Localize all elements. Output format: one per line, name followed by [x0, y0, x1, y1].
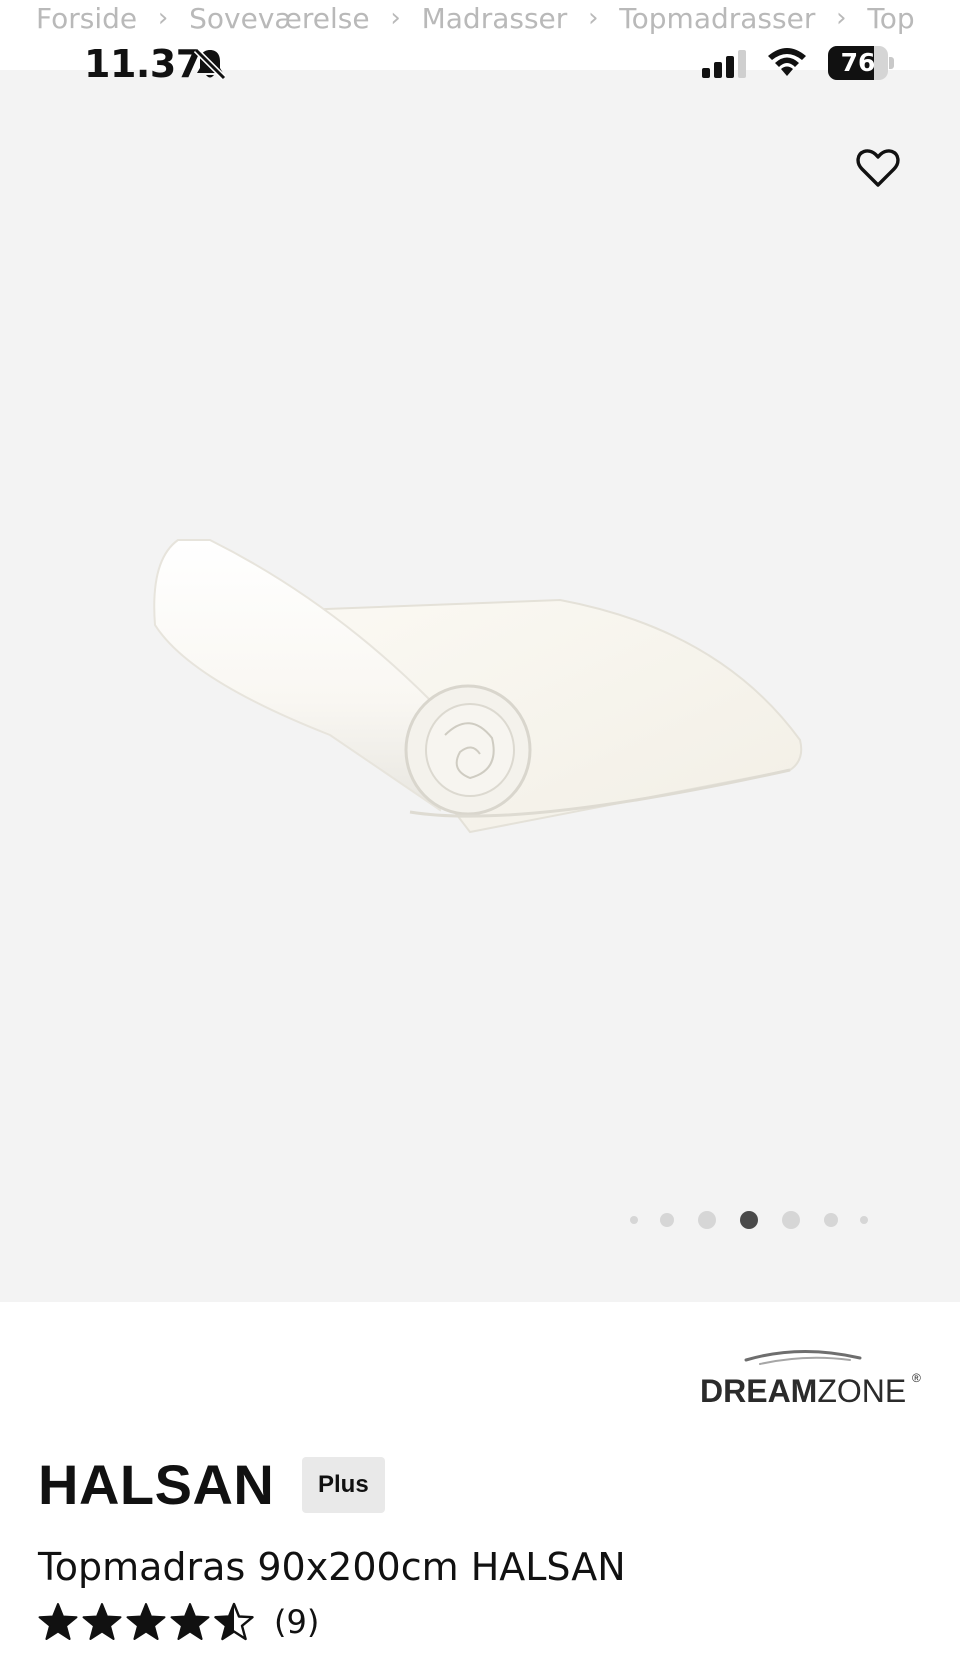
rating-stars [38, 1602, 254, 1642]
pagination-dot[interactable] [630, 1216, 638, 1224]
pagination-dot[interactable] [698, 1211, 716, 1229]
breadcrumb: Forside › Soveværelse › Madrasser › Topm… [36, 0, 960, 36]
bell-slash-icon [193, 47, 227, 81]
status-bar: 11.37 76 [0, 38, 960, 88]
status-time: 11.37 [84, 42, 202, 86]
product-description: Topmadras 90x200cm HALSAN [38, 1545, 626, 1589]
brand-logo-bold: DREAM [700, 1373, 817, 1409]
chevron-right-icon: › [157, 3, 169, 33]
pagination-dot[interactable] [660, 1213, 674, 1227]
svg-text:DREAMZONE: DREAMZONE [700, 1373, 906, 1409]
battery-level: 76 [840, 48, 876, 77]
product-image [153, 539, 803, 834]
star-full-icon [170, 1603, 210, 1640]
rating-count[interactable]: (9) [274, 1603, 319, 1641]
breadcrumb-item-madrasser[interactable]: Madrasser [422, 2, 568, 35]
breadcrumb-item-sovevaerelse[interactable]: Soveværelse [189, 2, 369, 35]
brand-logo-dreamzone[interactable]: DREAMZONE ® [700, 1346, 930, 1416]
brand-logo-mark: ® [912, 1371, 921, 1385]
plus-badge: Plus [302, 1457, 385, 1513]
star-full-icon [126, 1603, 166, 1640]
breadcrumb-item-top[interactable]: Top [867, 2, 914, 35]
breadcrumb-item-forside[interactable]: Forside [36, 2, 137, 35]
pagination-dot[interactable] [824, 1213, 838, 1227]
pagination-dot-active[interactable] [740, 1211, 758, 1229]
cellular-signal-icon [702, 50, 746, 78]
star-half-icon [214, 1602, 254, 1641]
product-image-gallery[interactable] [0, 70, 960, 1302]
wifi-icon [768, 48, 806, 76]
pagination-dot[interactable] [860, 1216, 868, 1224]
chevron-right-icon: › [836, 3, 847, 33]
star-full-icon [38, 1603, 78, 1640]
product-title: HALSAN [38, 1453, 275, 1516]
favorite-button[interactable] [852, 142, 904, 194]
image-pagination-dots [620, 1205, 878, 1235]
pagination-dot[interactable] [782, 1211, 800, 1229]
star-full-icon [82, 1603, 122, 1640]
chevron-right-icon: › [588, 3, 599, 33]
brand-logo-light: ZONE [817, 1373, 906, 1409]
product-rating[interactable]: (9) [38, 1602, 319, 1642]
breadcrumb-item-topmadrasser[interactable]: Topmadrasser [619, 2, 815, 35]
heart-outline-icon [856, 149, 900, 187]
chevron-right-icon: › [390, 3, 401, 33]
battery-icon: 76 [828, 46, 894, 80]
